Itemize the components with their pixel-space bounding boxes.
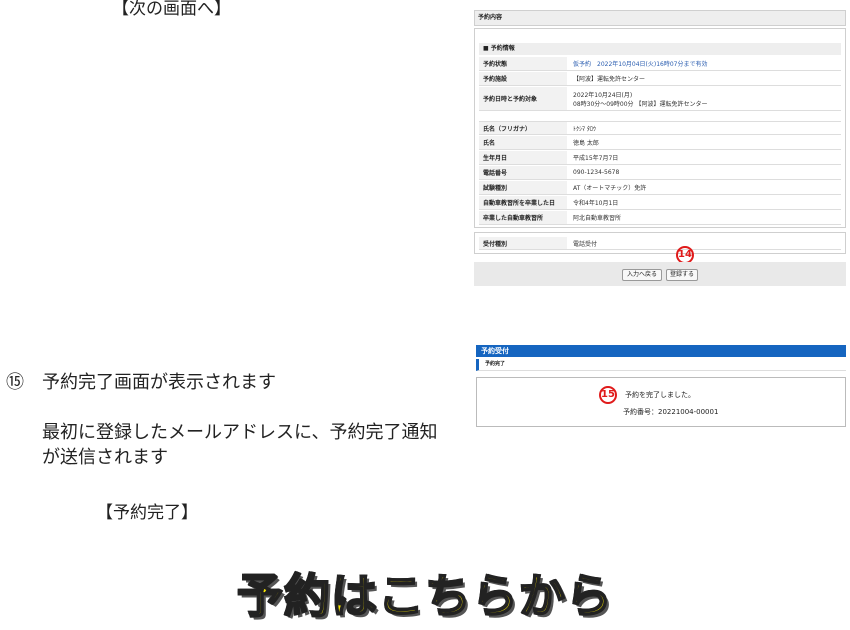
back-to-input-button[interactable]: 入力へ戻る bbox=[622, 269, 662, 281]
acceptance-type-box: 受付種別 電話受付 bbox=[474, 232, 846, 254]
reservation-info-box: ■ 予約情報 予約状態 仮予約 2022年10月04日(火)16時07分まで有効… bbox=[474, 28, 846, 228]
section-heading: ■ 予約情報 bbox=[479, 43, 841, 55]
row-value: 仮予約 2022年10月04日(火)16時07分まで有効 bbox=[573, 61, 708, 68]
row-value: 令和4年10月1日 bbox=[573, 200, 619, 207]
reservation-number: 予約番号：20221004-00001 bbox=[623, 408, 719, 416]
complete-message-box: 15 予約を完了しました。 予約番号：20221004-00001 bbox=[476, 377, 846, 427]
row-key: 試験種別 bbox=[479, 181, 567, 194]
row-key: 電話番号 bbox=[479, 166, 567, 179]
step-15-description: 最初に登録したメールアドレスに、予約完了通知が送信されます bbox=[42, 422, 438, 468]
table-row: 電話番号 090-1234-5678 bbox=[479, 166, 841, 180]
step-15-marker: 15 bbox=[599, 386, 617, 404]
row-value: AT（オートマチック）免許 bbox=[573, 185, 647, 192]
step-15-title: 予約完了画面が表示されます bbox=[42, 372, 276, 393]
table-row: 試験種別 AT（オートマチック）免許 bbox=[479, 181, 841, 195]
register-button[interactable]: 登録する bbox=[666, 269, 698, 281]
row-key: 生年月日 bbox=[479, 151, 567, 164]
button-bar: 入力へ戻る 登録する bbox=[474, 262, 846, 286]
row-value: 2022年10月24日(月) 08時30分～09時00分 【阿波】運転免許センタ… bbox=[573, 91, 708, 108]
row-key: 氏名 bbox=[479, 136, 567, 149]
row-value: 阿北自動車教習所 bbox=[573, 215, 622, 222]
reservation-complete-panel: 予約受付 予約完了 15 予約を完了しました。 予約番号：20221004-00… bbox=[476, 345, 846, 427]
table-row: 生年月日 平成15年7月7日 bbox=[479, 151, 841, 165]
table-row: 予約状態 仮予約 2022年10月04日(火)16時07分まで有効 bbox=[479, 57, 841, 71]
row-value: 平成15年7月7日 bbox=[573, 155, 619, 162]
table-row: 予約日時と予約対象 2022年10月24日(月) 08時30分～09時00分 【… bbox=[479, 87, 841, 111]
reservation-banner-link[interactable]: 予約はこちらから bbox=[0, 560, 850, 626]
row-value: ﾄｸｼﾏ ﾀﾛｳ bbox=[573, 125, 596, 133]
row-value: 090-1234-5678 bbox=[573, 169, 620, 176]
complete-screen-label: 【予約完了】 bbox=[96, 503, 198, 523]
row-key: 自動車教習所を卒業した日 bbox=[479, 196, 567, 209]
row-key: 予約状態 bbox=[479, 57, 567, 70]
complete-message: 予約を完了しました。 bbox=[625, 391, 695, 399]
complete-header: 予約受付 bbox=[476, 345, 846, 357]
row-key: 予約施設 bbox=[479, 72, 567, 85]
table-row: 自動車教習所を卒業した日 令和4年10月1日 bbox=[479, 196, 841, 210]
reservation-form-panel: 予約内容 ■ 予約情報 予約状態 仮予約 2022年10月04日(火)16時07… bbox=[474, 10, 846, 286]
panel-header: 予約内容 bbox=[474, 10, 846, 26]
table-row: 受付種別 電話受付 bbox=[479, 237, 841, 250]
row-value: 【阿波】運転免許センター bbox=[573, 76, 646, 83]
row-key: 氏名（フリガナ） bbox=[479, 122, 567, 134]
row-value: 徳島 太郎 bbox=[573, 140, 599, 147]
table-row: 予約施設 【阿波】運転免許センター bbox=[479, 72, 841, 86]
next-screen-label: 【次の画面へ】 bbox=[112, 0, 231, 19]
row-key: 受付種別 bbox=[479, 237, 567, 249]
row-value: 電話受付 bbox=[573, 240, 598, 248]
row-key: 予約日時と予約対象 bbox=[479, 87, 567, 110]
table-row: 氏名（フリガナ） ﾄｸｼﾏ ﾀﾛｳ bbox=[479, 121, 841, 135]
table-row: 卒業した自動車教習所 阿北自動車教習所 bbox=[479, 211, 841, 225]
table-row: 氏名 徳島 太郎 bbox=[479, 136, 841, 150]
step-15-number: ⑮ bbox=[6, 372, 24, 393]
row-key: 卒業した自動車教習所 bbox=[479, 211, 567, 224]
complete-subheader: 予約完了 bbox=[476, 359, 846, 371]
